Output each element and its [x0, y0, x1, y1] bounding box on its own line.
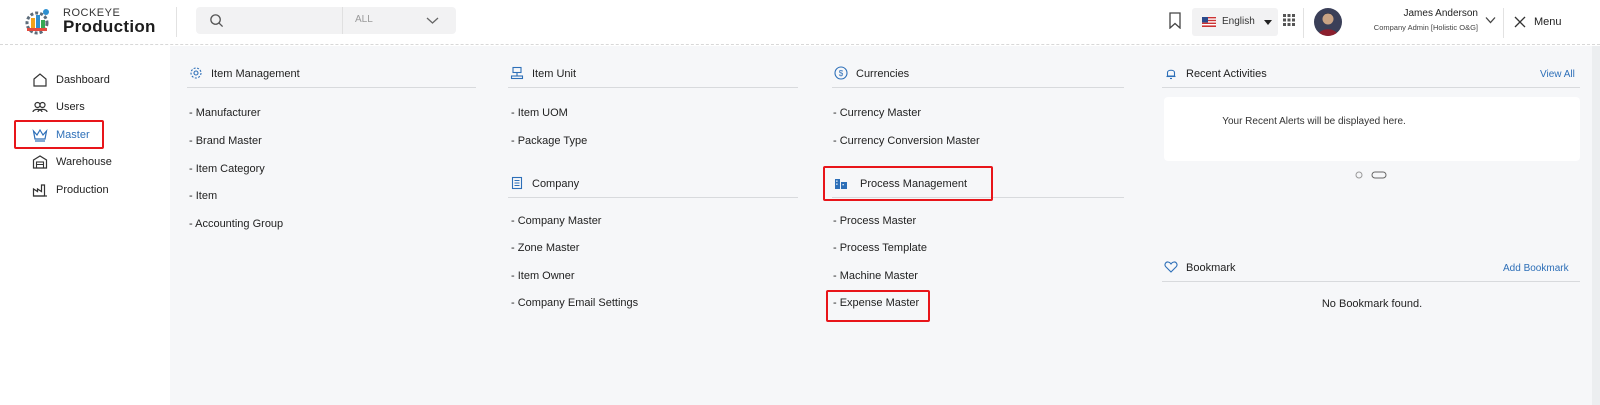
heart-icon	[1164, 261, 1178, 273]
search-input[interactable]	[232, 11, 332, 30]
users-icon	[32, 101, 48, 113]
header-divider	[1503, 8, 1504, 38]
recent-alerts-empty-text: Your Recent Alerts will be displayed her…	[1222, 116, 1406, 127]
sidebar-item-label: Master	[56, 129, 90, 141]
user-name: James Anderson	[1403, 8, 1479, 19]
link-item-owner[interactable]: - Item Owner	[511, 270, 575, 282]
user-avatar[interactable]	[1314, 8, 1342, 36]
section-title: Company	[532, 178, 580, 190]
recent-alerts-card: Your Recent Alerts will be displayed her…	[1164, 97, 1580, 161]
link-currency-conversion-master[interactable]: - Currency Conversion Master	[833, 135, 980, 147]
search-divider	[342, 7, 343, 34]
section-title: Item Management	[211, 68, 300, 80]
sidebar-item-label: Dashboard	[56, 74, 110, 86]
scale-icon	[510, 66, 524, 80]
carousel-dots[interactable]	[1355, 170, 1395, 180]
svg-text:$: $	[839, 69, 844, 78]
header-divider	[1303, 8, 1304, 38]
language-label: English	[1222, 16, 1255, 27]
section-title: Process Management	[860, 178, 967, 190]
section-title: Item Unit	[532, 68, 577, 80]
section-title: Recent Activities	[1186, 68, 1267, 80]
link-item[interactable]: - Item	[189, 190, 217, 202]
link-expense-master[interactable]: - Expense Master	[833, 297, 919, 309]
section-recent-activities: Recent Activities View All	[1162, 58, 1580, 88]
menu-label: Menu	[1534, 16, 1562, 28]
link-accounting-group[interactable]: - Accounting Group	[189, 218, 283, 230]
warehouse-icon	[32, 155, 48, 169]
link-company-master[interactable]: - Company Master	[511, 215, 601, 227]
sidebar-item-warehouse[interactable]: Warehouse	[30, 152, 158, 174]
chevron-down-icon	[426, 17, 439, 24]
sidebar-item-label: Production	[56, 184, 109, 196]
link-zone-master[interactable]: - Zone Master	[511, 242, 579, 254]
link-item-uom[interactable]: - Item UOM	[511, 107, 568, 119]
caret-down-icon	[1264, 20, 1272, 25]
link-manufacturer[interactable]: - Manufacturer	[189, 107, 261, 119]
link-company-email-settings[interactable]: - Company Email Settings	[511, 297, 638, 309]
close-icon	[1514, 16, 1526, 28]
rockeye-logo-icon[interactable]	[22, 6, 52, 38]
menu-toggle-button[interactable]: Menu	[1510, 10, 1570, 34]
sidebar-item-production[interactable]: Production	[30, 180, 158, 202]
section-item-unit: Item Unit	[508, 58, 798, 88]
crown-icon	[32, 128, 48, 142]
home-icon	[33, 73, 47, 87]
gear-icon	[190, 67, 202, 79]
currency-icon: $	[834, 66, 848, 80]
top-header: ROCKEYE Production ALL English James And…	[0, 0, 1600, 45]
link-process-template[interactable]: - Process Template	[833, 242, 927, 254]
bell-icon	[1166, 69, 1176, 80]
header-divider	[176, 7, 177, 37]
factory-icon	[32, 184, 47, 197]
search-filter-select[interactable]: ALL	[346, 7, 454, 34]
apps-grid-icon[interactable]	[1283, 14, 1295, 26]
section-title: Currencies	[856, 68, 910, 80]
section-process-management: Process Management	[832, 168, 1124, 198]
link-package-type[interactable]: - Package Type	[511, 135, 587, 147]
link-currency-master[interactable]: - Currency Master	[833, 107, 921, 119]
building-icon	[511, 176, 523, 190]
add-bookmark-link[interactable]: Add Bookmark	[1503, 263, 1569, 274]
sidebar-item-master[interactable]: Master	[30, 125, 158, 147]
search-filter-label: ALL	[355, 14, 373, 25]
page-scrollbar[interactable]	[1592, 46, 1600, 405]
section-currencies: $ Currencies	[832, 58, 1124, 88]
search-icon[interactable]	[209, 13, 224, 28]
sidebar-item-label: Warehouse	[56, 156, 112, 168]
sidebar: Dashboard Users Master Warehouse Product…	[0, 46, 170, 405]
link-process-master[interactable]: - Process Master	[833, 215, 916, 227]
language-selector[interactable]: English	[1192, 8, 1278, 36]
section-item-management: Item Management	[187, 58, 476, 88]
section-bookmark: Bookmark Add Bookmark	[1162, 252, 1580, 282]
link-item-category[interactable]: - Item Category	[189, 163, 265, 175]
view-all-link[interactable]: View All	[1540, 69, 1575, 80]
link-brand-master[interactable]: - Brand Master	[189, 135, 262, 147]
section-company: Company	[508, 168, 798, 198]
link-machine-master[interactable]: - Machine Master	[833, 270, 918, 282]
chevron-down-icon[interactable]	[1485, 16, 1496, 24]
process-building-icon	[835, 179, 847, 189]
user-role: Company Admin [Holistic O&G]	[1373, 23, 1478, 32]
bookmark-empty-text: No Bookmark found.	[1321, 298, 1423, 310]
sidebar-item-dashboard[interactable]: Dashboard	[30, 70, 158, 92]
section-title: Bookmark	[1186, 262, 1236, 274]
us-flag-icon	[1202, 17, 1216, 27]
sidebar-item-users[interactable]: Users	[30, 97, 158, 119]
sidebar-item-label: Users	[56, 101, 85, 113]
brand-name: Production	[63, 17, 156, 36]
global-search: ALL	[196, 7, 456, 34]
bookmark-icon[interactable]	[1168, 12, 1182, 29]
